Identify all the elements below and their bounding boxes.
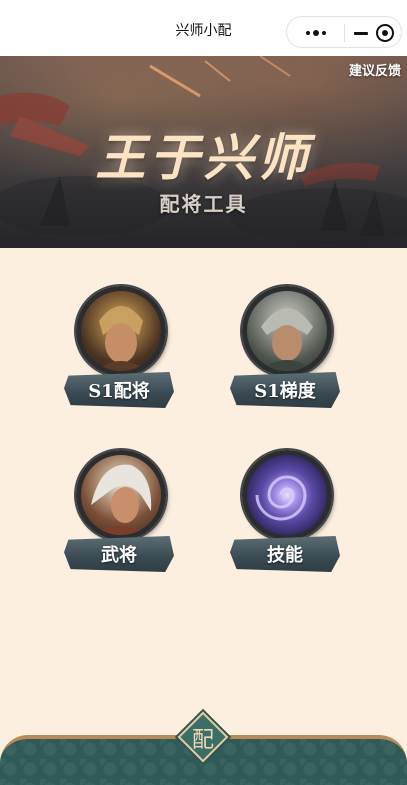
menu-item-generals[interactable]: 武将 (64, 450, 174, 580)
menu-item-s1-pairing[interactable]: S1配将 (64, 286, 174, 416)
white-hair-general-portrait-icon (76, 450, 166, 540)
purple-swirl-skill-icon (242, 450, 332, 540)
menu-item-label: 技能 (230, 536, 340, 572)
more-dots-icon[interactable] (297, 22, 335, 44)
banner-title: 王于兴师 (95, 128, 312, 187)
menu-item-label: S1梯度 (230, 372, 340, 408)
helmet-general-portrait-icon (242, 286, 332, 376)
feedback-link[interactable]: 建议反馈 (349, 60, 401, 79)
hero-banner: 建议反馈 王于兴师 配将工具 (0, 56, 407, 248)
menu-item-s1-tier[interactable]: S1梯度 (230, 286, 340, 416)
mini-program-capsule (286, 16, 402, 48)
minimize-icon[interactable] (349, 22, 373, 44)
general-portrait-icon (76, 286, 166, 376)
menu-item-label: 武将 (64, 536, 174, 572)
banner-subtitle: 配将工具 (159, 192, 248, 216)
top-navigation-bar: 兴师小配 (0, 0, 407, 56)
menu-item-label: S1配将 (64, 372, 174, 408)
badge-char: 配 (191, 728, 214, 753)
footer-badge[interactable]: 配 (177, 711, 229, 763)
capsule-divider (344, 24, 345, 42)
menu-item-skills[interactable]: 技能 (230, 450, 340, 580)
close-target-icon[interactable] (373, 22, 397, 44)
